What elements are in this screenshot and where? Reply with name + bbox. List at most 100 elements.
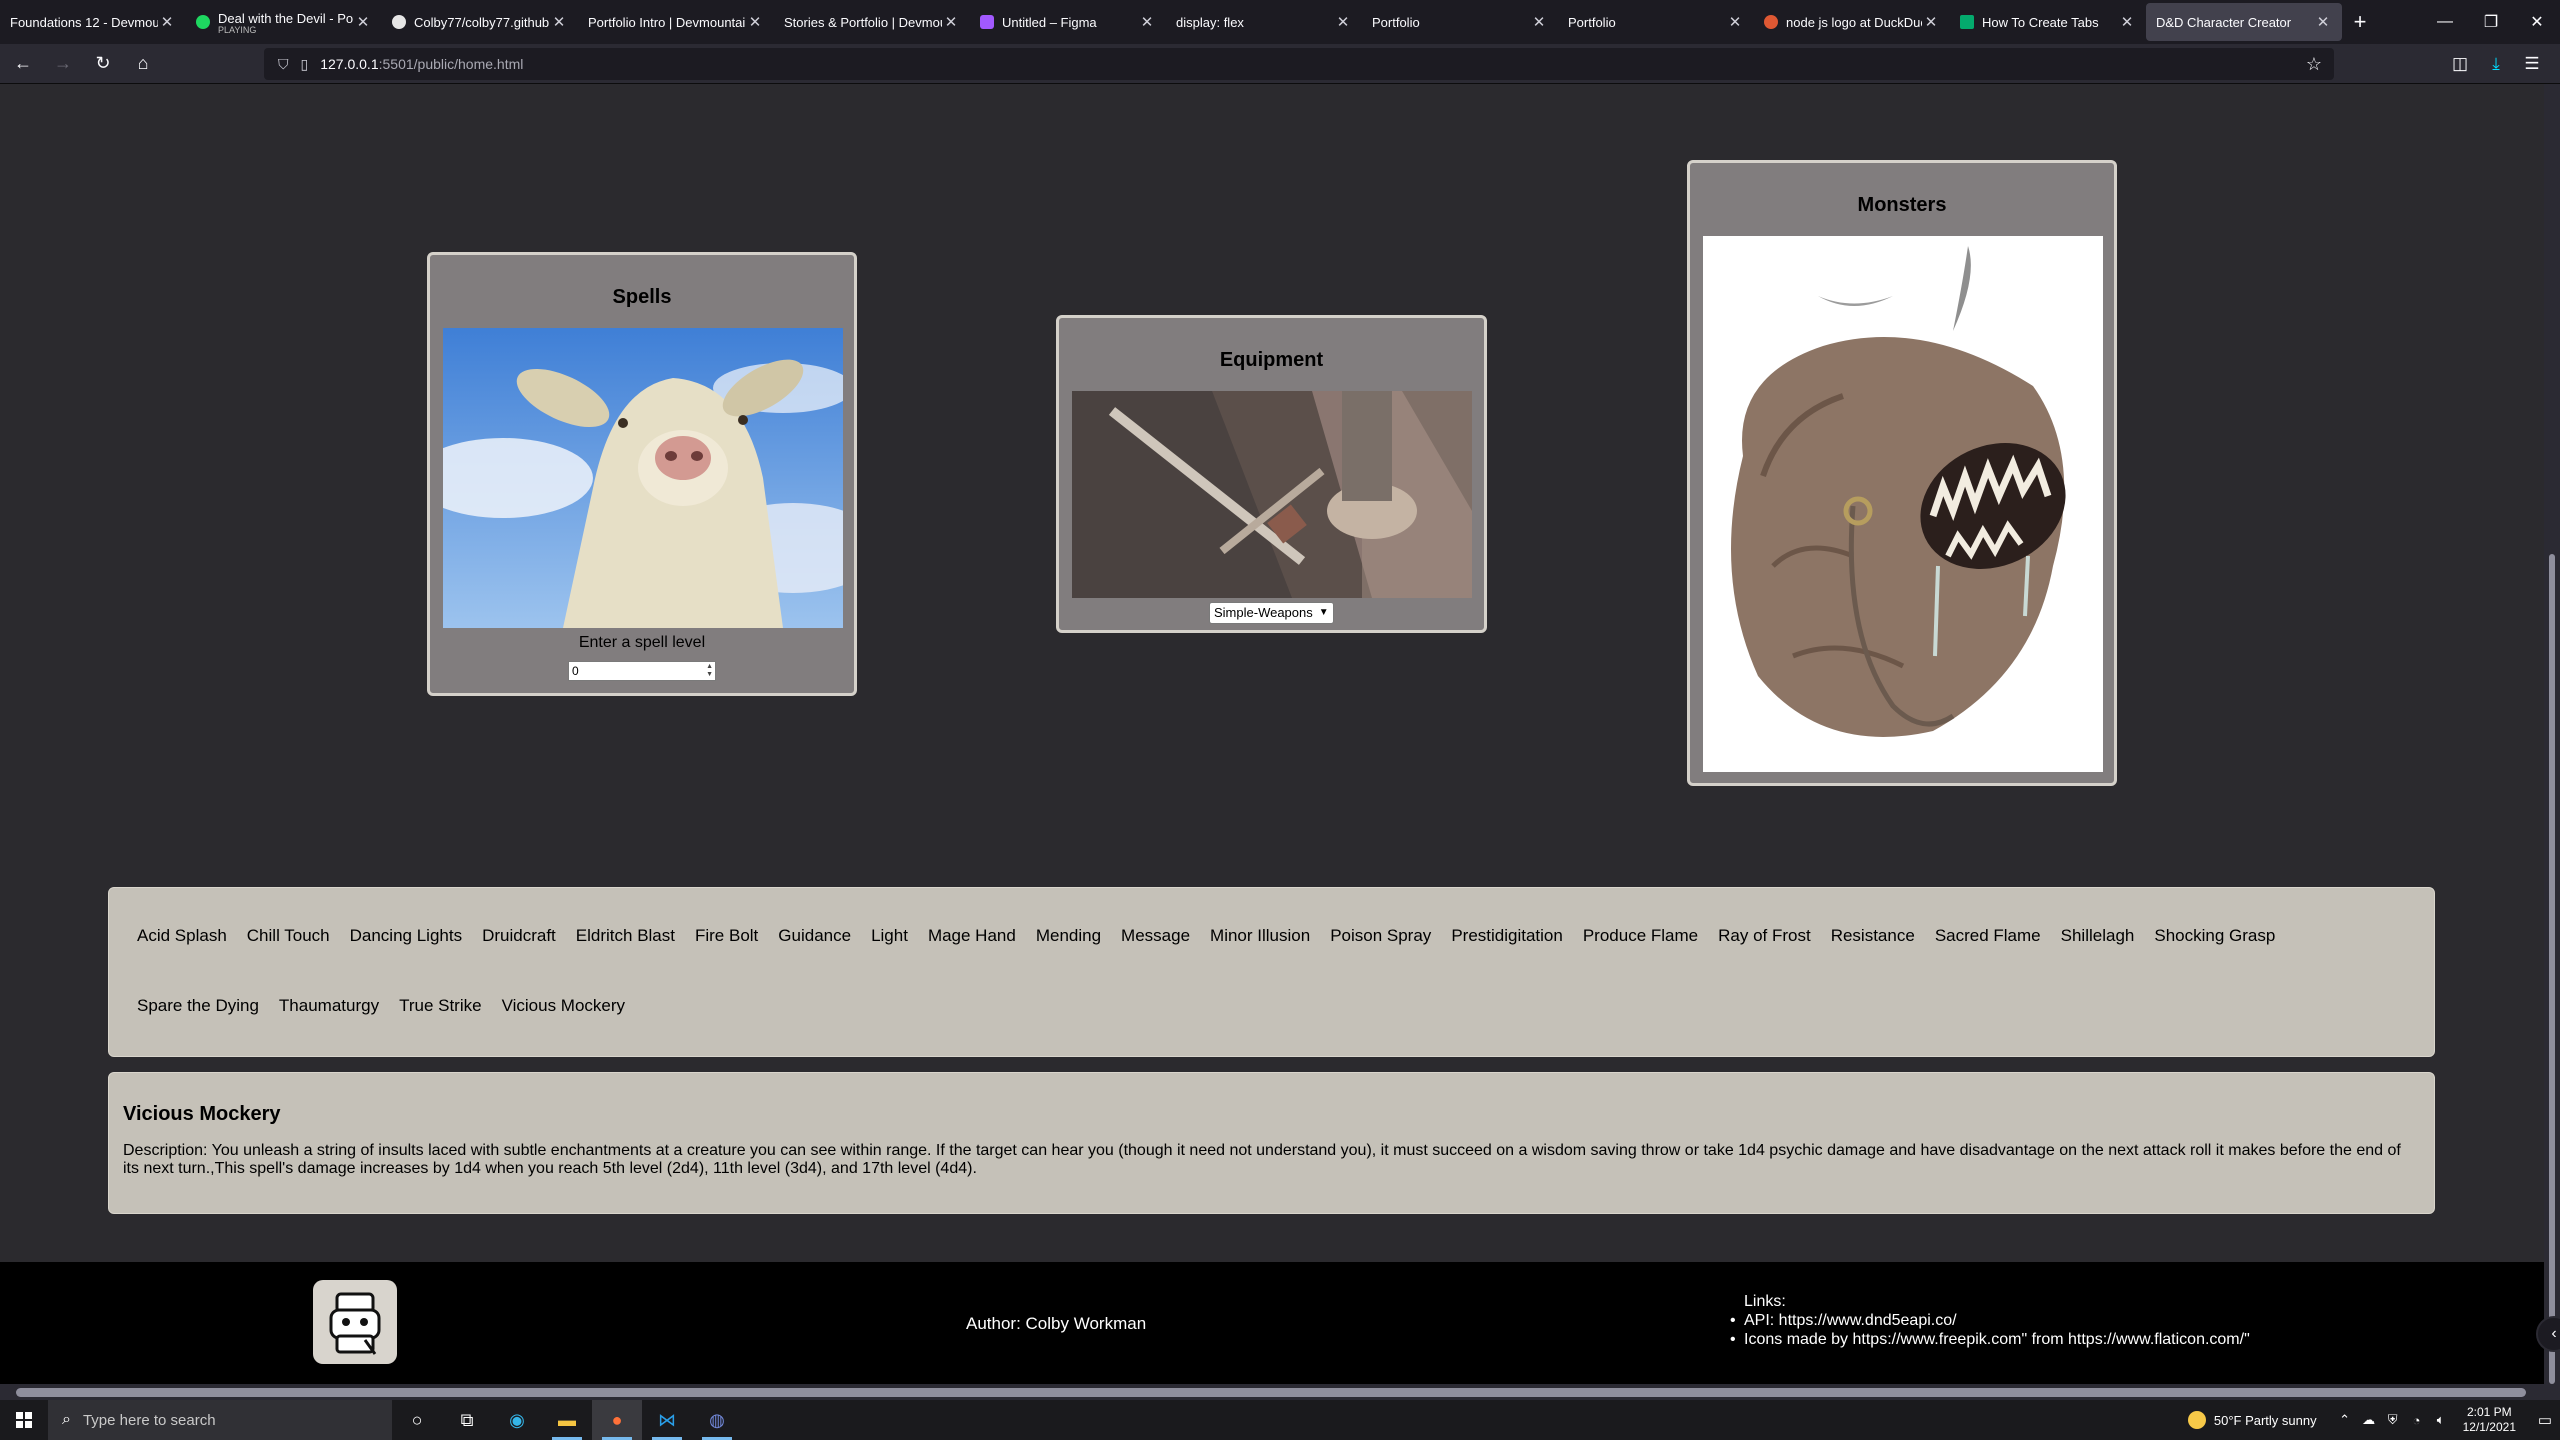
close-icon[interactable]: ✕ (2118, 13, 2136, 31)
knight-sword-image (1072, 391, 1472, 598)
tab-portfolio-intro[interactable]: Portfolio Intro | Devmountain ✕ (578, 0, 774, 44)
spell-list-item[interactable]: Eldritch Blast (568, 924, 687, 994)
close-icon[interactable]: ✕ (2314, 13, 2332, 31)
horizontal-scrollbar-thumb[interactable] (16, 1388, 2526, 1397)
spell-level-input[interactable]: 0 ▲ ▼ (568, 661, 716, 681)
horizontal-scrollbar[interactable] (0, 1384, 2560, 1400)
weather-widget[interactable]: 50°F Partly sunny (2187, 1411, 2317, 1429)
menu-icon[interactable]: ☰ (2514, 48, 2550, 80)
spell-list-item[interactable]: Resistance (1823, 924, 1927, 994)
tab-stories-portfolio[interactable]: Stories & Portfolio | Devmountain ✕ (774, 0, 970, 44)
firefox-icon[interactable]: ● (592, 1400, 642, 1440)
spell-list-item[interactable]: Sacred Flame (1927, 924, 2053, 994)
reload-icon[interactable]: ↻ (86, 48, 120, 80)
onedrive-icon[interactable]: ☁ (2357, 1412, 2381, 1428)
forward-arrow-icon[interactable]: → (46, 48, 80, 80)
spell-list-item[interactable]: Chill Touch (239, 924, 342, 994)
close-icon[interactable]: ✕ (354, 13, 372, 31)
windows-start-icon[interactable] (0, 1400, 48, 1440)
spell-list-item[interactable]: Ray of Frost (1710, 924, 1823, 994)
spell-list-item[interactable]: Shocking Grasp (2146, 924, 2287, 994)
close-window-icon[interactable]: ✕ (2514, 0, 2560, 44)
tab-display-flex[interactable]: display: flex ✕ (1166, 0, 1362, 44)
footer-link-api[interactable]: API: https://www.dnd5eapi.co/ (1730, 1311, 2250, 1330)
file-explorer-icon[interactable]: ▬ (542, 1400, 592, 1440)
spell-list-item[interactable]: Thaumaturgy (271, 994, 391, 1064)
notifications-icon[interactable]: ▭ (2530, 1411, 2560, 1429)
spell-list-item[interactable]: Guidance (770, 924, 863, 994)
close-icon[interactable]: ✕ (1726, 13, 1744, 31)
tab-duckduckgo[interactable]: node js logo at DuckDuckGo ✕ (1754, 0, 1950, 44)
network-icon[interactable]: ◔ (2405, 1413, 2429, 1428)
tab-dnd-character-creator[interactable]: D&D Character Creator ✕ (2146, 3, 2342, 41)
vscode-icon[interactable]: ⋈ (642, 1400, 692, 1440)
tab-figma[interactable]: Untitled – Figma ✕ (970, 0, 1166, 44)
tab-title: display: flex (1176, 14, 1244, 30)
spell-list-item[interactable]: Mending (1028, 924, 1113, 994)
vertical-scrollbar[interactable] (2544, 84, 2560, 1384)
footer-links-heading: Links: (1744, 1293, 1786, 1310)
close-icon[interactable]: ✕ (746, 13, 764, 31)
spell-list-item[interactable]: Mage Hand (920, 924, 1028, 994)
chevron-up-icon[interactable]: ⌃ (2333, 1412, 2357, 1428)
pocket-icon[interactable]: ◫ (2442, 48, 2478, 80)
cortana-icon[interactable]: ○ (392, 1400, 442, 1440)
close-icon[interactable]: ✕ (550, 13, 568, 31)
spell-level-value: 0 (572, 664, 579, 678)
vertical-scrollbar-thumb[interactable] (2549, 554, 2555, 1384)
spell-list-item[interactable]: Acid Splash (129, 924, 239, 994)
tab-portfolio-1[interactable]: Portfolio ✕ (1362, 0, 1558, 44)
tab-portfolio-2[interactable]: Portfolio ✕ (1558, 0, 1754, 44)
monsters-title: Monsters (1857, 194, 1947, 216)
close-icon[interactable]: ✕ (1334, 13, 1352, 31)
stepper-arrows-icon[interactable]: ▲ ▼ (706, 663, 713, 679)
spell-list-item[interactable]: Minor Illusion (1202, 924, 1322, 994)
spell-list-item[interactable]: Fire Bolt (687, 924, 770, 994)
discord-icon[interactable]: ◍ (692, 1400, 742, 1440)
search-icon: ⌕ (62, 1411, 71, 1428)
close-icon[interactable]: ✕ (158, 13, 176, 31)
spell-list-item[interactable]: Produce Flame (1575, 924, 1710, 994)
close-icon[interactable]: ✕ (1530, 13, 1548, 31)
footer-link-icons-credit[interactable]: Icons made by https://www.freepik.com" f… (1730, 1330, 2250, 1349)
minimize-icon[interactable]: — (2422, 0, 2468, 44)
spell-list-item[interactable]: Dancing Lights (342, 924, 474, 994)
home-icon[interactable]: ⌂ (126, 48, 160, 80)
spells-title: Spells (612, 286, 672, 308)
spell-list-item[interactable]: Poison Spray (1322, 924, 1443, 994)
close-icon[interactable]: ✕ (1138, 13, 1156, 31)
page-icon[interactable]: ▯ (301, 56, 309, 73)
task-view-icon[interactable]: ⧉ (442, 1400, 492, 1440)
spell-list-item[interactable]: Druidcraft (474, 924, 568, 994)
spell-list-item[interactable]: True Strike (391, 994, 494, 1064)
goat-image (443, 328, 843, 628)
shield-icon[interactable]: ⛉ (278, 56, 289, 73)
spell-list-item[interactable]: Vicious Mockery (494, 994, 637, 1064)
tab-github[interactable]: Colby77/colby77.github.io ✕ (382, 0, 578, 44)
spells-card: Spells Enter a spell level 0 ▲ ▼ (427, 252, 857, 696)
back-arrow-icon[interactable]: ← (6, 48, 40, 80)
url-bar[interactable]: ⛉ ▯ 127.0.0.1:5501/public/home.html ☆ (264, 48, 2334, 80)
close-icon[interactable]: ✕ (942, 13, 960, 31)
download-icon[interactable]: ⤓ (2478, 48, 2514, 80)
spell-list-item[interactable]: Light (863, 924, 920, 994)
partly-sunny-icon (2187, 1411, 2206, 1429)
tab-music-playing[interactable]: Deal with the Devil - Pop Evil PLAYING ✕ (186, 0, 382, 44)
system-clock[interactable]: 2:01 PM 12/1/2021 (2463, 1405, 2516, 1435)
spell-list-item[interactable]: Spare the Dying (129, 994, 271, 1064)
close-icon[interactable]: ✕ (1922, 13, 1940, 31)
edge-browser-icon[interactable]: ◉ (492, 1400, 542, 1440)
spell-list-item[interactable]: Message (1113, 924, 1202, 994)
clock-time: 2:01 PM (2466, 1405, 2512, 1419)
bookmark-star-icon[interactable]: ☆ (2306, 54, 2322, 75)
spell-list-item[interactable]: Prestidigitation (1443, 924, 1575, 994)
taskbar-search-input[interactable]: ⌕ Type here to search (48, 1400, 392, 1440)
new-tab-button[interactable]: + (2342, 9, 2378, 35)
tab-how-to-tabs[interactable]: How To Create Tabs ✕ (1950, 0, 2146, 44)
tab-foundations[interactable]: Foundations 12 - Devmountain ✕ (0, 0, 186, 44)
spell-list-item[interactable]: Shillelagh (2053, 924, 2147, 994)
volume-icon[interactable]: 🔈︎ (2429, 1412, 2453, 1428)
equipment-type-select[interactable]: Simple-Weapons ▼ (1209, 602, 1334, 624)
restore-icon[interactable]: ❐ (2468, 0, 2514, 44)
security-icon[interactable]: ⛨ (2381, 1412, 2405, 1428)
